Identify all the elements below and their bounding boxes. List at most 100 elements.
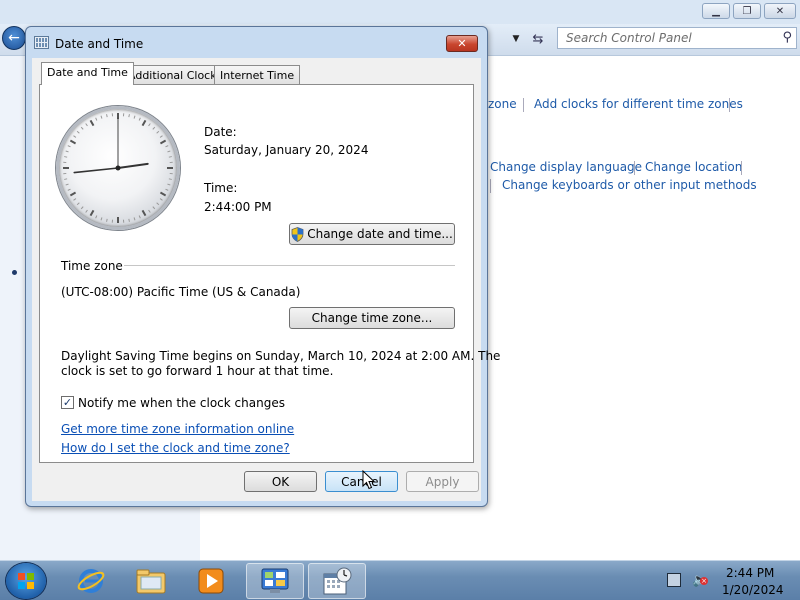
tray-time[interactable]: 2:44 PM bbox=[726, 566, 774, 580]
clock-minute-tick bbox=[73, 198, 77, 201]
search-input[interactable] bbox=[558, 28, 772, 48]
change-date-time-label: Change date and time... bbox=[307, 227, 453, 241]
close-window-button[interactable]: ✕ bbox=[764, 3, 796, 19]
tab-panel-date-and-time: Date: Saturday, January 20, 2024 Time: 2… bbox=[39, 84, 500, 463]
clock-dial bbox=[63, 113, 173, 223]
volume-muted-icon[interactable]: 🔈× bbox=[692, 573, 708, 588]
change-time-zone-button[interactable]: Change time zone... bbox=[289, 307, 455, 329]
clock-minute-tick bbox=[138, 215, 141, 219]
tray-date[interactable]: 1/20/2024 bbox=[722, 583, 784, 597]
clock-minute-tick bbox=[159, 135, 163, 138]
clock-minute-tick bbox=[76, 130, 80, 134]
clock-minute-tick bbox=[100, 217, 103, 221]
taskbar-control-panel[interactable] bbox=[246, 563, 304, 599]
clock-minute-tick bbox=[167, 150, 171, 153]
change-display-language-link[interactable]: Change display language bbox=[490, 160, 642, 174]
how-set-clock-link[interactable]: How do I set the clock and time zone? bbox=[61, 441, 290, 455]
uac-shield-icon bbox=[291, 226, 304, 242]
close-icon: ✕ bbox=[775, 5, 785, 17]
clock-minute-tick bbox=[133, 115, 136, 119]
link-separator bbox=[490, 179, 491, 193]
clock-minute-tick bbox=[106, 218, 108, 222]
clock-minute-tick bbox=[64, 178, 68, 180]
network-icon[interactable] bbox=[667, 573, 681, 587]
restore-icon: ❐ bbox=[742, 5, 752, 17]
sidebar-bullet bbox=[12, 270, 17, 275]
ok-button[interactable]: OK bbox=[244, 471, 317, 492]
link-separator bbox=[523, 98, 524, 112]
clock-center-pin bbox=[115, 165, 121, 171]
calendar-icon bbox=[34, 36, 49, 49]
notify-checkbox-label[interactable]: Notify me when the clock changes bbox=[78, 396, 285, 410]
file-explorer-icon bbox=[136, 569, 166, 594]
clock-minute-tick bbox=[85, 209, 88, 213]
clock-minute-tick bbox=[100, 115, 103, 119]
dst-text-line1: Daylight Saving Time begins on Sunday, M… bbox=[61, 349, 501, 363]
tab-additional-clocks[interactable]: Additional Clocks bbox=[122, 65, 229, 86]
tab-date-and-time[interactable]: Date and Time bbox=[41, 62, 134, 85]
search-icon[interactable]: ⚲ bbox=[782, 30, 792, 45]
time-zone-info-link[interactable]: Get more time zone information online bbox=[61, 422, 294, 436]
time-label: Time: bbox=[204, 181, 238, 195]
clock-hour-tick bbox=[141, 209, 147, 217]
internet-explorer-icon bbox=[77, 569, 105, 593]
refresh-icon[interactable]: ⇆ bbox=[528, 29, 548, 49]
time-value: 2:44:00 PM bbox=[204, 200, 272, 214]
control-panel-icon bbox=[261, 568, 289, 593]
change-keyboards-link[interactable]: Change keyboards or other input methods bbox=[502, 178, 757, 192]
address-dropdown-icon[interactable]: ▼ bbox=[506, 29, 526, 49]
clock-minute-tick bbox=[95, 117, 98, 121]
clock-minute-tick bbox=[159, 198, 163, 201]
notify-checkbox[interactable]: ✓ bbox=[61, 396, 74, 409]
clock-minute-tick bbox=[76, 202, 80, 206]
dialog-close-button[interactable]: ✕ bbox=[446, 35, 478, 52]
muted-x-icon: × bbox=[700, 577, 708, 585]
date-label: Date: bbox=[204, 125, 237, 139]
apply-button[interactable]: Apply bbox=[406, 471, 479, 492]
analog-clock bbox=[56, 106, 180, 230]
taskbar-file-explorer[interactable] bbox=[122, 563, 180, 599]
clock-minute-tick bbox=[67, 145, 71, 148]
minimize-icon: ▁ bbox=[712, 5, 720, 17]
taskbar-internet-explorer[interactable] bbox=[62, 563, 120, 599]
clock-hour-tick bbox=[159, 191, 167, 197]
dialog-titlebar[interactable]: Date and Time ✕ bbox=[26, 27, 487, 57]
clock-minute-tick bbox=[168, 178, 172, 180]
change-location-link[interactable]: Change location bbox=[645, 160, 742, 174]
taskbar: 🔈× bbox=[0, 560, 800, 600]
time-zone-value: (UTC-08:00) Pacific Time (US & Canada) bbox=[61, 285, 301, 299]
clock-minute-tick bbox=[128, 114, 130, 118]
media-player-icon bbox=[198, 568, 224, 594]
start-button[interactable] bbox=[6, 563, 46, 599]
apply-label: Apply bbox=[425, 474, 460, 489]
clock-minute-hand bbox=[73, 167, 119, 174]
time-zone-divider bbox=[124, 265, 455, 266]
change-date-time-button[interactable]: Change date and time... bbox=[289, 223, 455, 245]
clock-hour-tick bbox=[89, 209, 95, 217]
clock-minute-tick bbox=[64, 156, 68, 158]
date-value: Saturday, January 20, 2024 bbox=[204, 143, 369, 157]
clock-minute-tick bbox=[152, 126, 156, 130]
change-time-zone-label: Change time zone... bbox=[311, 311, 433, 325]
add-clocks-link[interactable]: Add clocks for different time zones bbox=[534, 97, 743, 111]
taskbar-media-player[interactable] bbox=[182, 563, 240, 599]
search-box[interactable]: ⚲ bbox=[557, 27, 797, 49]
clock-minute-tick bbox=[80, 206, 84, 210]
clock-minute-tick bbox=[167, 183, 171, 186]
tab-internet-time[interactable]: Internet Time bbox=[214, 65, 301, 86]
taskbar-date-time[interactable] bbox=[308, 563, 366, 599]
dst-text-line2: clock is set to go forward 1 hour at tha… bbox=[61, 364, 334, 378]
clock-minute-tick bbox=[133, 217, 136, 221]
clock-minute-tick bbox=[128, 218, 130, 222]
clock-minute-tick bbox=[73, 135, 77, 138]
clock-minute-tick bbox=[156, 130, 160, 134]
clock-minute-tick bbox=[65, 183, 69, 186]
time-zone-link[interactable]: zone bbox=[488, 97, 517, 111]
clock-minute-tick bbox=[85, 123, 88, 127]
maximize-button[interactable]: ❐ bbox=[733, 3, 761, 19]
back-button[interactable]: ← bbox=[2, 26, 26, 50]
mouse-pointer-icon bbox=[362, 470, 376, 490]
minimize-button[interactable]: ▁ bbox=[702, 3, 730, 19]
clock-hour-tick bbox=[159, 139, 167, 145]
clock-minute-tick bbox=[156, 202, 160, 206]
